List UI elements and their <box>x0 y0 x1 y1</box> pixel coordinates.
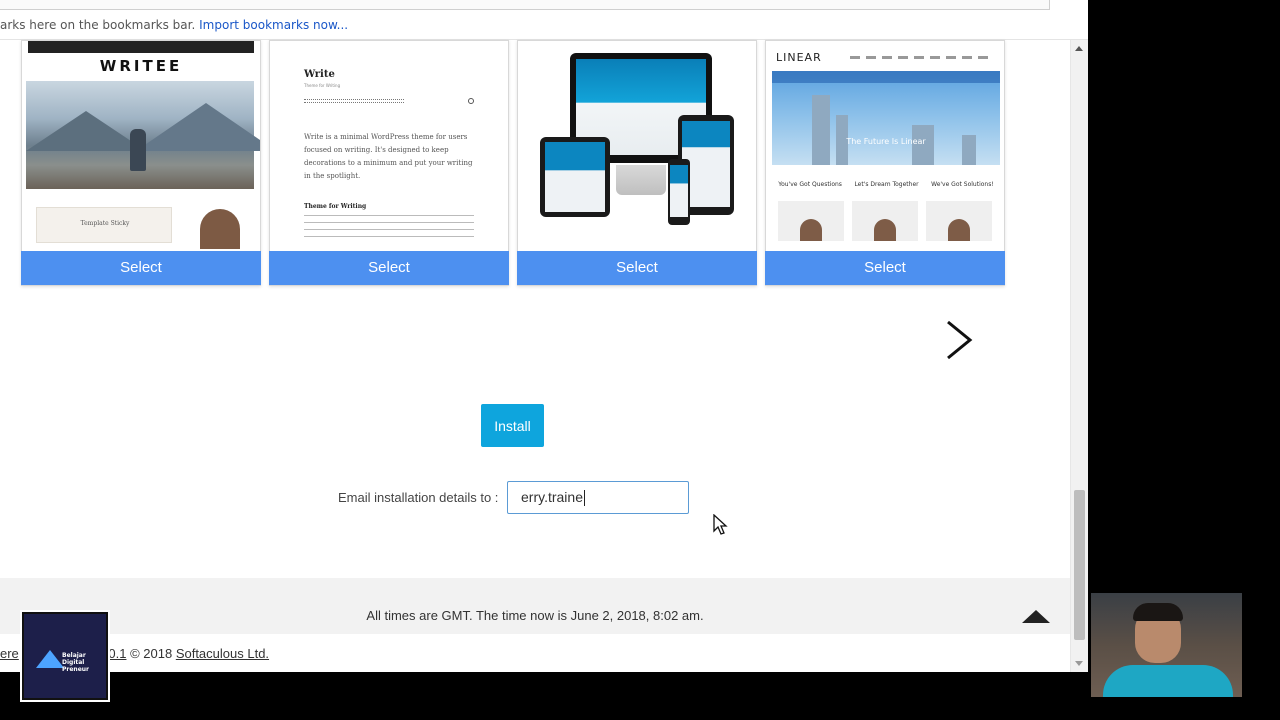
feature-label: You've Got Questions <box>778 181 842 188</box>
theme-description: Write is a minimal WordPress theme for u… <box>304 133 473 180</box>
feature-photo <box>926 201 992 241</box>
powered-by-link[interactable]: ere <box>0 646 19 661</box>
theme-card-linear[interactable]: LINEAR The Future Is Linear You've Got Q… <box>765 40 1005 286</box>
bookmarks-bar: arks here on the bookmarks bar. Import b… <box>0 0 1088 40</box>
person-figure <box>130 129 146 171</box>
building-shape <box>812 95 830 165</box>
copyright-year: © 2018 <box>126 646 176 661</box>
scroll-to-top-icon[interactable] <box>1022 610 1050 623</box>
logo-triangle-icon <box>36 650 64 668</box>
theme-preview-hero <box>26 81 260 189</box>
browser-viewport: arks here on the bookmarks bar. Import b… <box>0 0 1088 672</box>
theme-preview-menubar <box>772 71 1000 83</box>
theme-title: LINEAR <box>776 51 822 64</box>
email-input[interactable]: erry.traine <box>507 481 689 514</box>
scroll-up-icon[interactable] <box>1075 46 1083 51</box>
theme-preview-nav <box>304 99 404 103</box>
chevron-right-icon[interactable] <box>944 320 974 360</box>
channel-brand-text: Belajar Digital Preneur <box>62 652 89 673</box>
scroll-down-icon[interactable] <box>1075 661 1083 666</box>
select-theme-button[interactable]: Select <box>765 251 1005 285</box>
softaculous-company-link[interactable]: Softaculous Ltd. <box>176 646 269 661</box>
theme-card-responsive[interactable] <box>517 40 757 286</box>
theme-preview-block: Template Sticky <box>36 207 172 243</box>
tablet-screen <box>545 142 605 212</box>
channel-logo-badge: Belajar Digital Preneur <box>22 612 108 700</box>
theme-preview-text-lines <box>304 215 474 237</box>
main-content: WRITEE Template Sticky Select Write Them… <box>0 40 1046 578</box>
email-installation-label: Email installation details to : <box>338 490 499 505</box>
theme-tagline: Theme for Writing <box>304 83 341 88</box>
footer-copyright: ere us 5.0.1 © 2018 Softaculous Ltd. <box>0 634 1070 672</box>
theme-title: Write <box>304 69 335 80</box>
mountain-shape <box>26 111 146 151</box>
install-button[interactable]: Install <box>481 404 544 447</box>
text-caret <box>583 490 585 507</box>
search-icon <box>468 98 474 104</box>
footer-time-bar: All times are GMT. The time now is June … <box>0 578 1070 634</box>
theme-post-heading: Theme for Writing <box>304 203 367 210</box>
email-input-value: erry.traine <box>521 489 583 505</box>
theme-hero-caption: The Future Is Linear <box>846 137 926 146</box>
monitor-stand <box>616 165 666 195</box>
address-bar-edge[interactable] <box>0 0 1050 10</box>
feature-label: Let's Dream Together <box>854 181 919 188</box>
mountain-shape <box>136 103 260 151</box>
feature-photo <box>852 201 918 241</box>
theme-preview-caption: Template Sticky <box>80 220 130 227</box>
webcam-overlay <box>1091 593 1242 697</box>
theme-card-write[interactable]: Write Theme for Writing Write is a minim… <box>269 40 509 286</box>
import-bookmarks-link[interactable]: Import bookmarks now... <box>199 18 348 32</box>
feature-photo <box>778 201 844 241</box>
theme-preview-portrait <box>200 209 240 249</box>
theme-card-writee[interactable]: WRITEE Template Sticky <box>21 40 261 286</box>
feature-label: We've Got Solutions! <box>931 181 994 188</box>
select-theme-button[interactable]: Select <box>21 251 261 285</box>
bookmarks-message: arks here on the bookmarks bar. Import b… <box>0 18 348 32</box>
theme-feature-labels: You've Got Questions Let's Dream Togethe… <box>772 181 1000 188</box>
scrollbar-thumb[interactable] <box>1074 490 1085 640</box>
select-theme-button[interactable]: Select <box>517 251 757 285</box>
select-theme-button[interactable]: Select <box>269 251 509 285</box>
theme-preview-hero: The Future Is Linear <box>772 71 1000 165</box>
presenter-hair <box>1133 603 1183 621</box>
phone-screen <box>670 165 688 217</box>
server-time-text: All times are GMT. The time now is June … <box>366 608 704 623</box>
theme-title: WRITEE <box>99 57 183 75</box>
theme-preview-nav <box>28 41 254 53</box>
channel-logo: Belajar Digital Preneur <box>20 610 110 702</box>
theme-preview-nav <box>850 56 990 59</box>
presenter-shirt <box>1103 665 1233 697</box>
page-scrollbar[interactable] <box>1070 40 1088 672</box>
mouse-cursor-icon <box>713 514 728 535</box>
bookmarks-text: arks here on the bookmarks bar. <box>0 18 196 32</box>
